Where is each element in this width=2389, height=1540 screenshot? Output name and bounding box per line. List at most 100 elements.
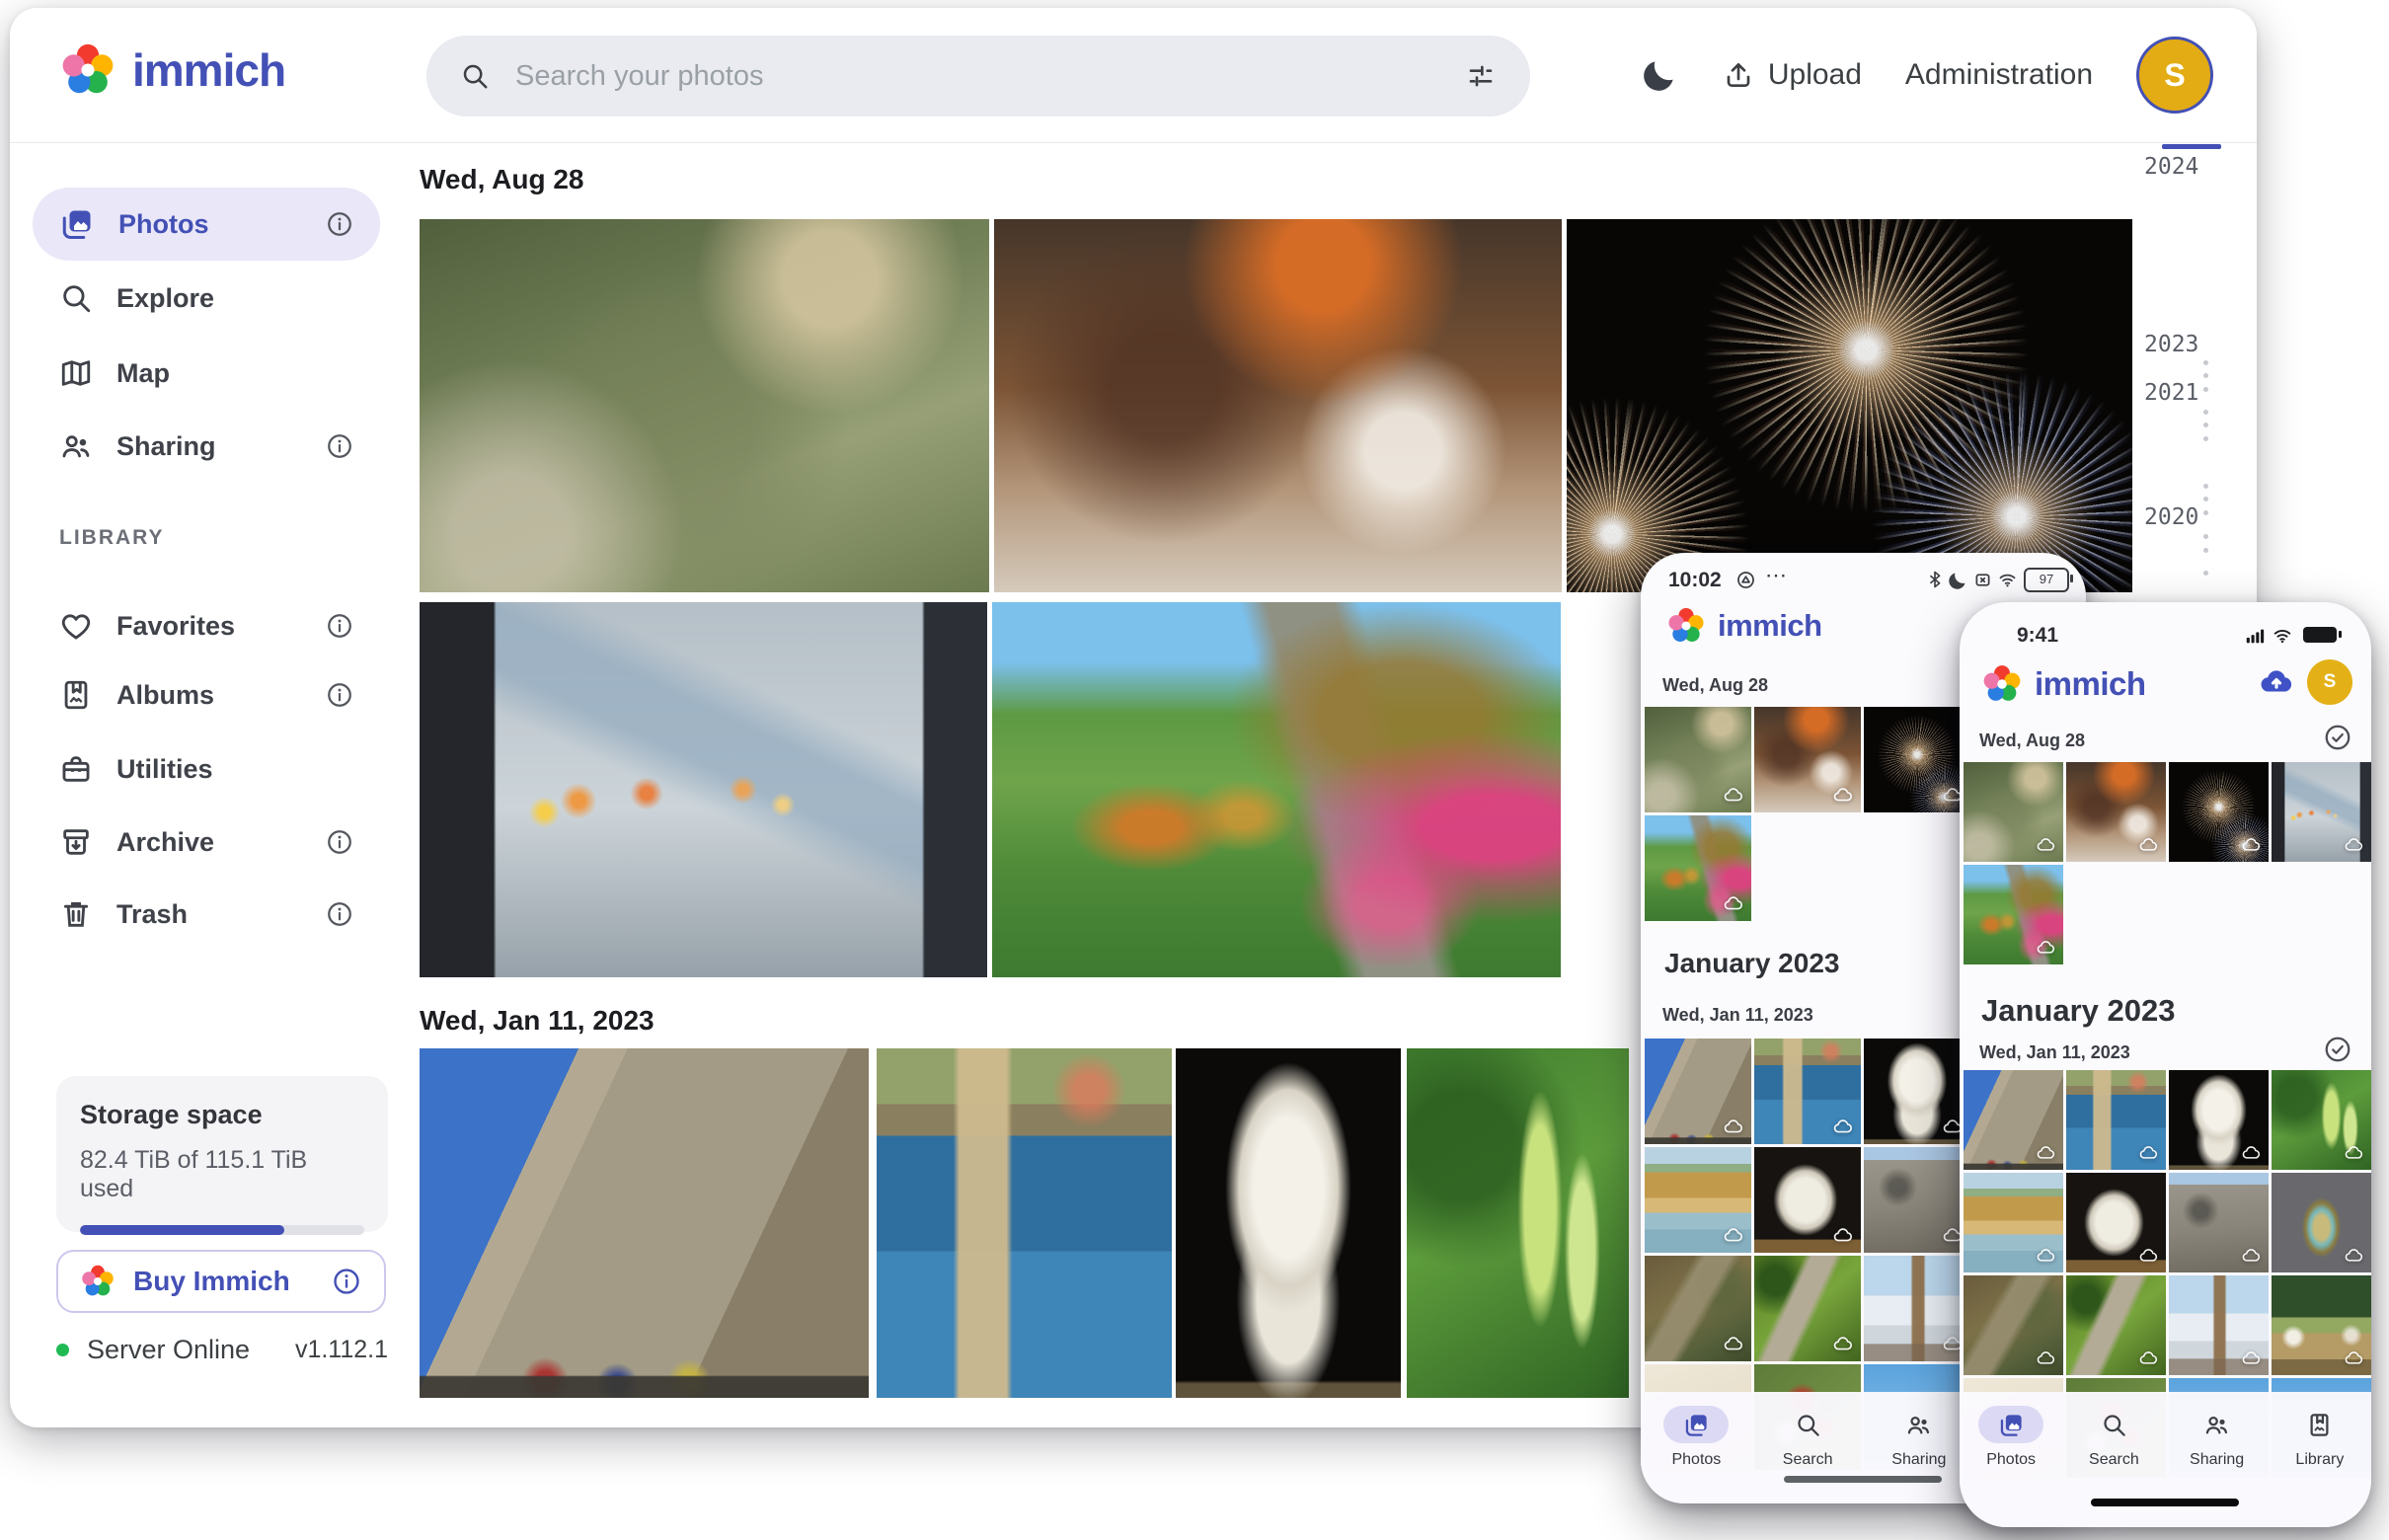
photo-thumbnail[interactable] (2272, 762, 2371, 862)
timeline-tick (2203, 360, 2208, 365)
photo-thumbnail[interactable] (1964, 1275, 2063, 1375)
gesture-bar[interactable] (1784, 1476, 1942, 1483)
theme-toggle-button[interactable] (1640, 55, 1679, 95)
sidebar-item-utilities[interactable]: Utilities (33, 732, 380, 806)
info-icon[interactable] (325, 431, 354, 461)
photo-thumbnail[interactable] (1964, 1070, 2063, 1170)
photo-thumbnail[interactable] (1754, 1256, 1861, 1361)
timeline-year-2021[interactable]: 2021 (2144, 380, 2198, 406)
tab-search[interactable]: Search (2081, 1392, 2146, 1469)
photo-thumbnail[interactable] (2066, 1173, 2166, 1272)
photo-thumbnail[interactable] (1754, 707, 1861, 812)
tab-sharing[interactable]: Sharing (1887, 1392, 1952, 1469)
info-icon[interactable] (325, 899, 354, 929)
photo-thumbnail[interactable] (1645, 707, 1751, 812)
timeline-year-2024[interactable]: 2024 (2144, 154, 2198, 180)
gesture-bar[interactable] (2091, 1499, 2239, 1506)
sidebar-item-trash[interactable]: Trash (33, 878, 380, 951)
info-icon[interactable] (331, 1266, 362, 1297)
photo-thumbnail[interactable] (2169, 1173, 2269, 1272)
map-icon (59, 356, 93, 390)
photo-thumbnail[interactable] (2272, 1070, 2371, 1170)
photo-thumbnail[interactable] (2066, 762, 2166, 862)
info-icon[interactable] (325, 680, 354, 710)
info-icon[interactable] (325, 209, 354, 239)
photo-thumbnail[interactable] (1964, 865, 2063, 964)
phone-status-bar: 9:41 (1960, 624, 2371, 654)
administration-link[interactable]: Administration (1905, 58, 2093, 92)
sidebar-item-archive[interactable]: Archive (33, 806, 380, 879)
photo-thumbnail[interactable] (1645, 1147, 1751, 1253)
photo-green-berries[interactable] (1407, 1048, 1629, 1398)
photo-zoo-monkeys[interactable] (420, 219, 989, 592)
sidebar-item-map[interactable]: Map (33, 337, 380, 410)
info-icon[interactable] (325, 827, 354, 857)
tab-sharing[interactable]: Sharing (2185, 1392, 2250, 1469)
storage-usage-text: 82.4 TiB of 115.1 TiB used (80, 1146, 364, 1203)
search-filters-button[interactable] (1465, 60, 1497, 92)
photo-holding-hands[interactable] (420, 602, 987, 977)
photo-thumbnail[interactable] (2169, 1275, 2269, 1375)
people-icon (2203, 1412, 2230, 1438)
photo-thumbnail[interactable] (1864, 1256, 1970, 1361)
photo-thumbnail[interactable] (1964, 762, 2063, 862)
sidebar-item-explore[interactable]: Explore (33, 262, 380, 335)
photo-garden-path[interactable] (992, 602, 1561, 977)
online-status-dot (56, 1344, 69, 1356)
server-status-row: Server Online v1.112.1 (56, 1335, 388, 1365)
cloud-icon (2138, 1348, 2159, 1369)
user-avatar[interactable]: S (2307, 659, 2352, 705)
photo-thumbnail[interactable] (2169, 1070, 2269, 1170)
photo-thumbnail[interactable] (2066, 1070, 2166, 1170)
search-input[interactable]: Search your photos (515, 60, 1439, 93)
timeline-position-indicator[interactable] (2162, 144, 2221, 149)
tab-photos[interactable]: Photos (1663, 1392, 1729, 1469)
photo-thumbnail[interactable] (1645, 815, 1751, 921)
upload-button[interactable]: Upload (1723, 58, 1862, 92)
sidebar-item-favorites[interactable]: Favorites (33, 589, 380, 662)
top-right-controls: Upload Administration S (1640, 8, 2213, 142)
photo-thumbnail[interactable] (1645, 1256, 1751, 1361)
info-icon[interactable] (325, 611, 354, 641)
cloud-icon (2344, 1143, 2364, 1164)
photo-autumn-dinner[interactable] (994, 219, 1562, 592)
search-bar[interactable]: Search your photos (426, 36, 1530, 116)
screenshot-canvas: immich Search your photos Upload Adminis… (0, 0, 2389, 1540)
photo-fortress-wall[interactable] (420, 1048, 869, 1398)
photo-marble-bust[interactable] (1176, 1048, 1401, 1398)
tab-library[interactable]: Library (2287, 1392, 2352, 1469)
tab-search[interactable]: Search (1775, 1392, 1840, 1469)
tab-photos[interactable]: Photos (1978, 1392, 2043, 1469)
date-group-header: Wed, Aug 28 (1662, 675, 1768, 696)
photo-thumbnail[interactable] (2272, 1275, 2371, 1375)
app-logo[interactable]: immich (59, 41, 285, 99)
moon-icon (1640, 55, 1679, 95)
user-avatar[interactable]: S (2136, 37, 2213, 114)
sidebar-label: Favorites (116, 611, 301, 642)
photo-thumbnail[interactable] (2066, 1275, 2166, 1375)
photo-thumbnail[interactable] (1864, 1147, 1970, 1253)
photo-thumbnail[interactable] (1754, 1039, 1861, 1144)
photo-thumbnail[interactable] (1864, 707, 1970, 812)
select-all-check-icon[interactable] (2323, 723, 2352, 752)
photos-icon (1683, 1412, 1710, 1438)
photo-thumbnail[interactable] (2169, 762, 2269, 862)
sidebar-item-photos[interactable]: Photos (33, 188, 380, 261)
cloud-icon (1723, 893, 1744, 915)
timeline-year-2023[interactable]: 2023 (2144, 332, 2198, 357)
sidebar-label: Albums (116, 680, 301, 711)
timeline-year-2020[interactable]: 2020 (2144, 504, 2198, 530)
photo-thumbnail[interactable] (1964, 1173, 2063, 1272)
photo-thumbnail[interactable] (1864, 1039, 1970, 1144)
photo-coastal-town[interactable] (877, 1048, 1172, 1398)
photo-thumbnail[interactable] (1645, 1039, 1751, 1144)
buy-immich-button[interactable]: Buy Immich (56, 1250, 386, 1313)
photo-thumbnail[interactable] (1754, 1147, 1861, 1253)
date-group-header: Wed, Aug 28 (420, 164, 583, 195)
search-icon (460, 61, 490, 91)
sidebar-item-sharing[interactable]: Sharing (33, 410, 380, 483)
select-all-check-icon[interactable] (2323, 1035, 2352, 1064)
sidebar-item-albums[interactable]: Albums (33, 658, 380, 732)
photo-thumbnail[interactable] (2272, 1173, 2371, 1272)
photo-fireworks[interactable] (1567, 219, 2132, 592)
